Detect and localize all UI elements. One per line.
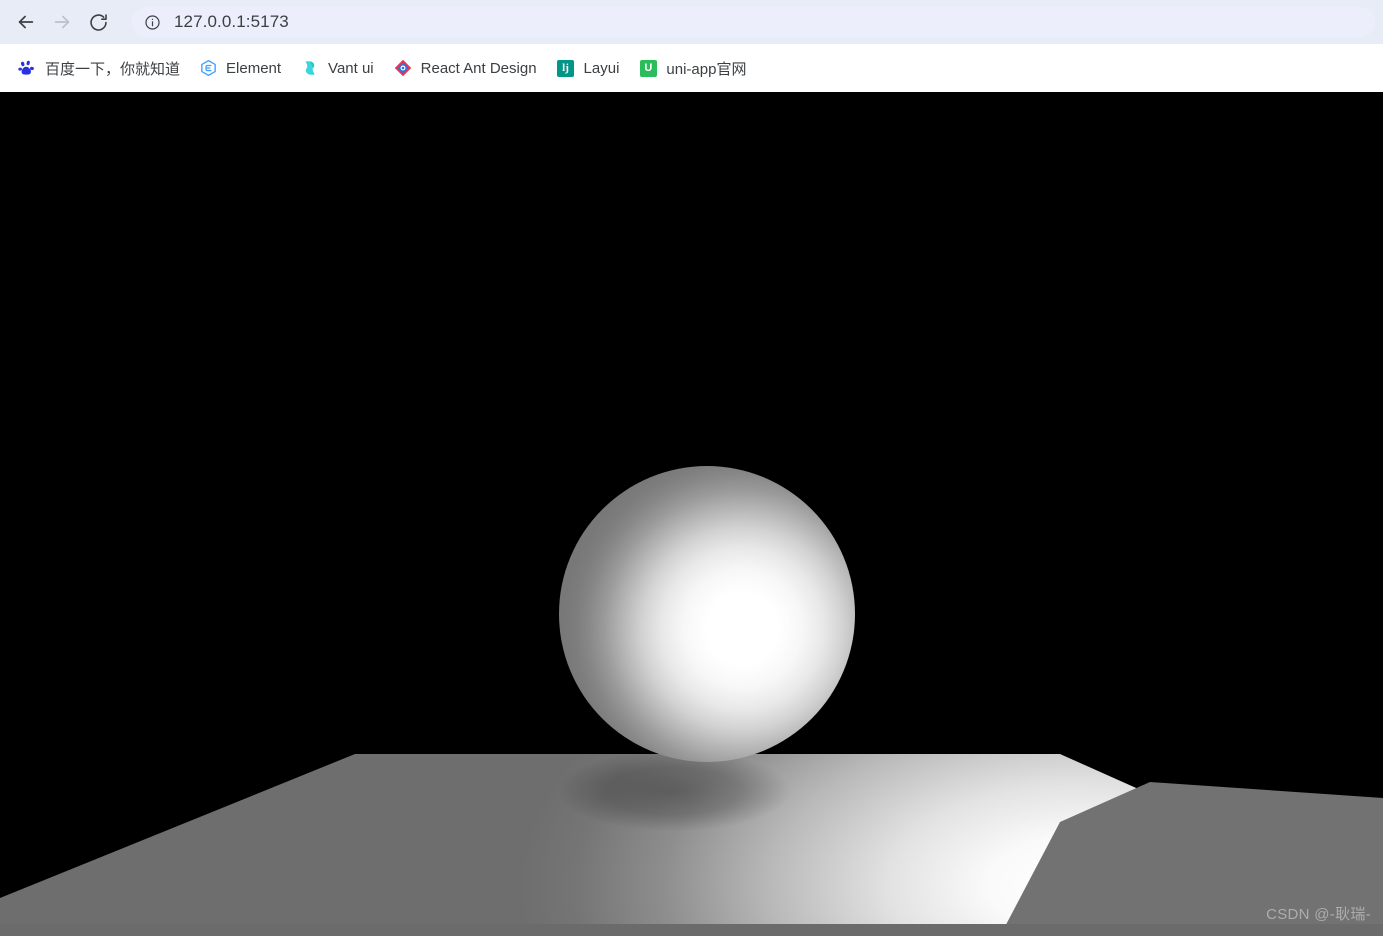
reload-button[interactable] [80,4,116,40]
reload-icon [88,12,109,33]
sphere-mesh [559,466,855,762]
ground-plane-front-face [0,924,1383,936]
bookmark-label: Element [226,59,282,77]
bookmark-vant-ui[interactable]: Vant ui [293,53,382,83]
bookmark-baidu[interactable]: 百度一下，你就知道 [10,53,188,83]
baidu-paw-icon [18,59,36,77]
arrow-right-icon [51,11,73,33]
bookmark-label: 百度一下，你就知道 [45,60,181,78]
browser-chrome: 127.0.0.1:5173 百度一下，你就知道 Element Vant ui… [0,0,1383,92]
webgl-canvas[interactable]: CSDN @-耿瑞- [0,92,1383,936]
url-text[interactable]: 127.0.0.1:5173 [174,12,289,32]
layui-glyph: lj [562,61,569,74]
bookmark-layui[interactable]: lj Layui [549,53,628,83]
bookmark-label: Vant ui [328,59,374,77]
info-circle-icon[interactable] [142,12,162,32]
back-button[interactable] [8,4,44,40]
uni-app-icon: U [639,59,657,77]
forward-button[interactable] [44,4,80,40]
ant-design-icon [394,59,412,77]
browser-toolbar: 127.0.0.1:5173 [0,0,1383,44]
bookmark-uni-app[interactable]: U uni-app官网 [631,53,754,83]
bookmark-label: React Ant Design [420,59,537,77]
vant-icon [301,59,319,77]
bookmarks-bar: 百度一下，你就知道 Element Vant ui React Ant Desi… [0,44,1383,92]
bookmark-element[interactable]: Element [192,53,289,83]
bookmark-label: uni-app官网 [666,60,747,78]
csdn-watermark: CSDN @-耿瑞- [1266,906,1371,923]
element-hexagon-icon [200,59,217,77]
layui-icon: lj [557,59,575,77]
arrow-left-icon [15,11,37,33]
uniapp-glyph: U [644,61,653,74]
bookmark-label: Layui [583,59,620,77]
address-bar[interactable]: 127.0.0.1:5173 [132,7,1375,37]
bookmark-react-ant-design[interactable]: React Ant Design [386,53,545,83]
